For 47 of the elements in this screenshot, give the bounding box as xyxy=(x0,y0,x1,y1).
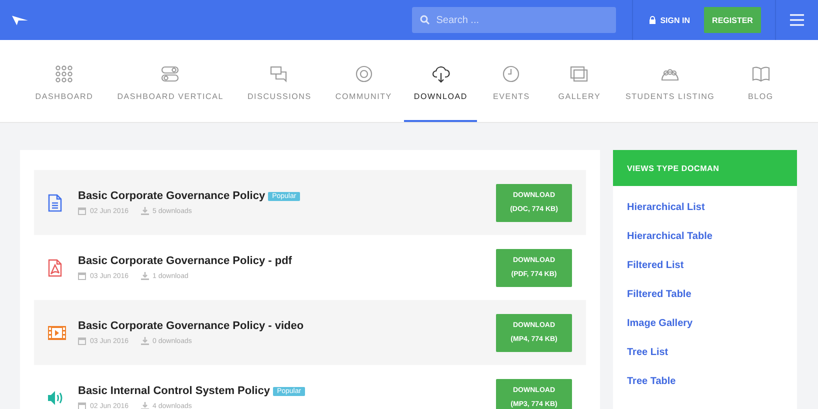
calendar-icon xyxy=(78,402,86,409)
menu-icon[interactable] xyxy=(790,14,804,26)
sign-in-link[interactable]: SIGN IN xyxy=(649,16,690,24)
document-title[interactable]: Basic Corporate Governance Policy xyxy=(78,190,266,202)
document-icon xyxy=(48,194,62,212)
target-icon xyxy=(354,65,373,83)
film-icon xyxy=(48,326,66,340)
nav-tab[interactable]: STUDENTS LISTING xyxy=(613,40,727,122)
grid-icon xyxy=(55,65,74,83)
document-title[interactable]: Basic Corporate Governance Policy - video xyxy=(78,320,304,332)
calendar-icon xyxy=(78,207,86,215)
download-icon xyxy=(140,337,149,345)
nav-tab[interactable]: GALLERY xyxy=(545,40,614,122)
calendar-icon xyxy=(78,272,86,280)
view-link[interactable]: Filtered Table xyxy=(613,289,797,301)
view-link[interactable]: Tree Table xyxy=(613,376,797,388)
calendar-icon xyxy=(78,337,86,345)
view-link[interactable]: Hierarchical Table xyxy=(613,231,797,243)
paper-plane-icon[interactable] xyxy=(12,14,28,26)
view-link[interactable]: Tree List xyxy=(613,347,797,359)
lock-icon xyxy=(649,16,656,24)
view-link[interactable]: Image Gallery xyxy=(613,318,797,330)
download-icon xyxy=(140,402,149,409)
cloud-download-icon xyxy=(432,65,450,83)
gallery-icon xyxy=(570,65,588,83)
nav-tab[interactable]: EVENTS xyxy=(477,40,546,122)
register-button[interactable]: REGISTER xyxy=(704,7,761,33)
nav-tab[interactable]: DASHBOARD xyxy=(23,40,106,122)
chat-icon xyxy=(270,65,288,83)
book-icon xyxy=(752,65,770,83)
nav-tab[interactable]: DASHBOARD VERTICAL xyxy=(105,40,236,122)
nav-tab[interactable]: DOWNLOAD xyxy=(404,40,478,122)
toggles-icon xyxy=(161,65,180,83)
pdf-file-icon xyxy=(48,258,62,276)
download-icon xyxy=(140,272,149,280)
view-link[interactable]: Hierarchical List xyxy=(613,202,797,214)
download-icon xyxy=(140,207,149,215)
nav-tab[interactable]: COMMUNITY xyxy=(323,40,404,122)
nav-tab[interactable]: BLOG xyxy=(726,40,795,122)
clock-icon xyxy=(502,65,520,83)
document-title[interactable]: Basic Internal Control System Policy xyxy=(78,385,270,397)
speaker-icon xyxy=(48,390,64,404)
document-title[interactable]: Basic Corporate Governance Policy - pdf xyxy=(78,255,292,267)
sidebar-heading: VIEWS TYPE DOCMAN xyxy=(613,150,797,186)
nav-tab[interactable]: DISCUSSIONS xyxy=(235,40,324,122)
search-field[interactable]: Search ... xyxy=(412,7,616,33)
view-link[interactable]: Filtered List xyxy=(613,260,797,272)
